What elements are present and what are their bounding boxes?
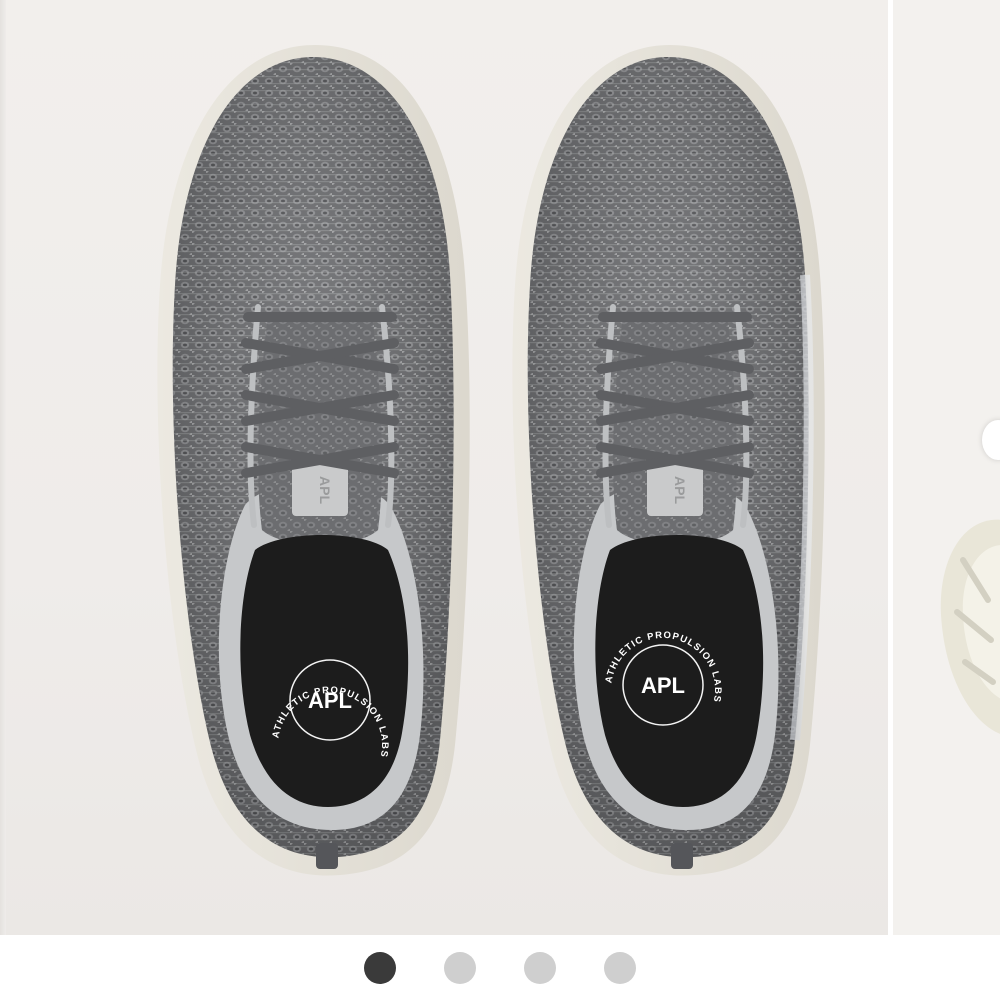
product-image-gallery[interactable]: APL ATHLETIC PROPULSION LABS APL ATHLETI… bbox=[0, 0, 1000, 935]
insole-badges: APL ATHLETIC PROPULSION LABS APL ATHLETI… bbox=[270, 476, 722, 759]
pager-dot-1[interactable] bbox=[364, 951, 396, 984]
insole-logo-text: APL bbox=[641, 673, 685, 698]
left-insole-logo: APL ATHLETIC PROPULSION LABS bbox=[270, 659, 389, 759]
tongue-label-text: APL bbox=[672, 476, 688, 504]
pager-dot-3[interactable] bbox=[524, 951, 556, 984]
pager-dot-2[interactable] bbox=[444, 951, 476, 984]
next-slide-sneaker-sole-image bbox=[940, 519, 1000, 734]
right-insole-logo: APL ATHLETIC PROPULSION LABS bbox=[603, 630, 722, 726]
image-pager-dots bbox=[0, 935, 1000, 1000]
product-image-slide[interactable]: APL ATHLETIC PROPULSION LABS APL ATHLETI… bbox=[0, 0, 888, 935]
next-product-image-slide[interactable] bbox=[893, 0, 1000, 935]
pager-dot-4[interactable] bbox=[604, 951, 636, 984]
tongue-label-text: APL bbox=[317, 476, 333, 504]
